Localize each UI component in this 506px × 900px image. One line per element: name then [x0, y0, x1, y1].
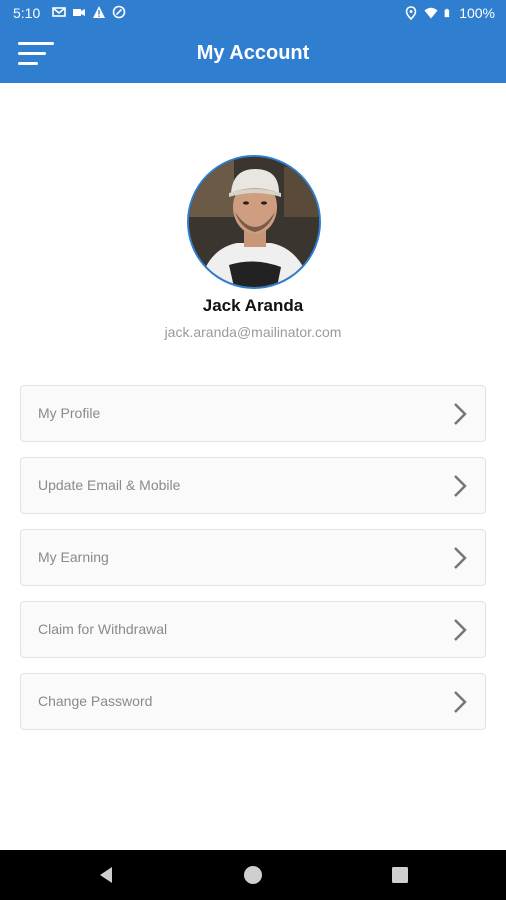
sync-icon	[112, 5, 126, 19]
avatar-photo	[189, 157, 319, 287]
menu-item-claim-withdrawal[interactable]: Claim for Withdrawal	[20, 601, 486, 658]
mail-icon	[52, 7, 66, 17]
avatar	[187, 155, 321, 289]
menu-item-label: Claim for Withdrawal	[38, 621, 168, 637]
recents-icon[interactable]	[388, 863, 412, 887]
status-icons-left	[52, 5, 126, 19]
battery-icon	[444, 8, 450, 18]
warning-icon	[93, 6, 105, 18]
profile-email: jack.aranda@mailinator.com	[164, 324, 342, 340]
status-icons-right: 100%	[404, 5, 495, 21]
status-bar: 5:10 100%	[0, 0, 506, 26]
battery-percent: 100%	[459, 5, 495, 21]
system-nav-bar	[0, 850, 506, 900]
home-icon[interactable]	[241, 863, 265, 887]
page-title: My Account	[196, 42, 310, 64]
menu-item-label: Update Email & Mobile	[38, 477, 181, 493]
location-icon	[405, 6, 417, 20]
profile-name: Jack Aranda	[202, 296, 304, 315]
menu-item-update-email-mobile[interactable]: Update Email & Mobile	[20, 457, 486, 514]
menu-item-change-password[interactable]: Change Password	[20, 673, 486, 730]
menu-item-my-earning[interactable]: My Earning	[20, 529, 486, 586]
back-icon[interactable]	[94, 863, 118, 887]
menu-item-label: My Earning	[38, 549, 109, 565]
status-time: 5:10	[13, 5, 41, 21]
chevron-right-icon	[454, 619, 467, 641]
menu-item-my-profile[interactable]: My Profile	[20, 385, 486, 442]
menu-item-label: Change Password	[38, 693, 153, 709]
chevron-right-icon	[454, 475, 467, 497]
menu-item-label: My Profile	[38, 405, 101, 421]
chevron-right-icon	[454, 547, 467, 569]
chevron-right-icon	[454, 691, 467, 713]
wifi-icon	[424, 7, 438, 19]
app-header: 5:10 100% My Account	[0, 0, 506, 83]
chevron-right-icon	[454, 403, 467, 425]
video-icon	[73, 9, 85, 16]
